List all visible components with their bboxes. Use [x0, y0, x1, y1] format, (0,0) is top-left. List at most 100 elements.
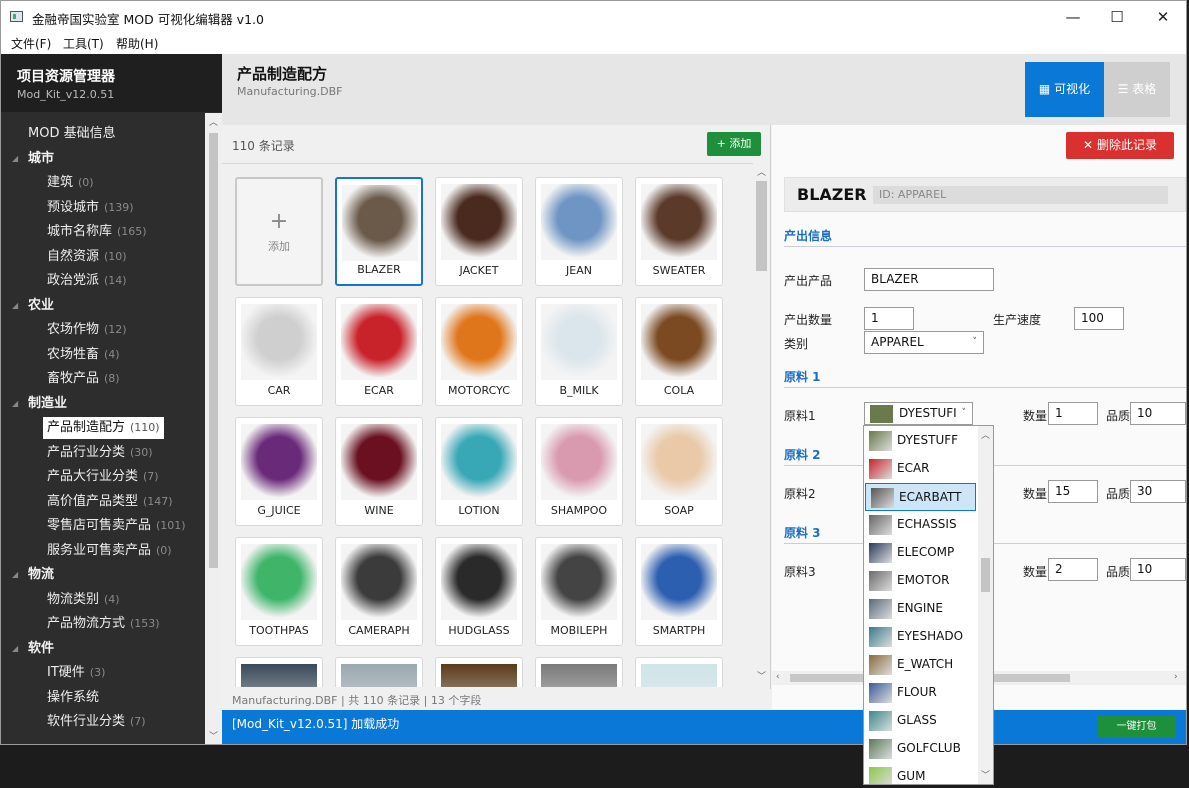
expand-arrow-icon[interactable]: ◢ [12, 564, 18, 586]
dropdown-scrollbar[interactable]: ︿ ﹀ [978, 426, 993, 784]
sidebar-item[interactable]: 产品行业分类 (30) [47, 442, 153, 464]
sidebar-item[interactable]: 物流类别 (4) [47, 589, 120, 611]
sidebar-item[interactable]: ◢ 制造业 [12, 393, 67, 415]
product-input[interactable]: BLAZER [864, 268, 994, 291]
product-card[interactable]: SHAMPOO [535, 417, 623, 526]
visual-view-button[interactable]: ▦ 可视化 [1025, 62, 1104, 117]
material-dropdown-list[interactable]: DYESTUFF ECAR ECARBATT ECHASSIS ELECOMP EMOTO… [863, 425, 994, 785]
product-card[interactable]: CAMERAPH [335, 537, 423, 646]
scroll-down-icon[interactable]: ﹀ [209, 729, 218, 742]
grid-scrollbar[interactable]: ︿ ﹀ [753, 163, 770, 687]
speed-input[interactable]: 100 [1074, 307, 1124, 330]
dropdown-option[interactable]: ELECOMP [864, 539, 978, 567]
menu-file[interactable]: 文件(F) [11, 35, 51, 52]
sidebar-item[interactable]: 软件行业分类 (7) [47, 711, 146, 733]
dropdown-option[interactable]: E_WATCH [864, 651, 978, 679]
scroll-up-icon[interactable]: ︿ [757, 165, 766, 178]
dropdown-option[interactable]: ECHASSIS [864, 511, 978, 539]
scroll-right-icon[interactable]: › [1174, 672, 1178, 682]
sidebar-item[interactable]: 畜牧产品 (8) [47, 368, 120, 390]
table-view-button[interactable]: ☰ 表格 [1104, 62, 1170, 117]
expand-arrow-icon[interactable]: ◢ [12, 295, 18, 317]
dropdown-option[interactable]: GUM [864, 763, 978, 784]
dropdown-option[interactable]: GLASS [864, 707, 978, 735]
add-card[interactable]: + 添加 [235, 177, 323, 286]
minimize-button[interactable]: — [1050, 1, 1096, 33]
maximize-button[interactable]: ☐ [1094, 1, 1140, 33]
dropdown-scroll-thumb[interactable] [981, 558, 990, 592]
scroll-up-icon[interactable]: ︿ [209, 115, 218, 128]
close-button[interactable]: ✕ [1140, 1, 1186, 33]
sidebar-item[interactable]: 城市名称库 (165) [47, 221, 147, 243]
product-card[interactable]: LOTION [435, 417, 523, 526]
product-card[interactable] [435, 657, 523, 687]
product-card[interactable] [335, 657, 423, 687]
scroll-down-icon[interactable]: ﹀ [757, 669, 766, 682]
dropdown-option[interactable]: EYESHADO [864, 623, 978, 651]
material-3-quality-input[interactable]: 10 [1130, 558, 1186, 581]
grid-scroll-thumb[interactable] [756, 181, 767, 271]
product-card[interactable]: MOTORCYC [435, 297, 523, 406]
sidebar-item[interactable]: 产品物流方式 (153) [47, 613, 160, 635]
sidebar-item[interactable]: 预设城市 (139) [47, 197, 134, 219]
sidebar-item[interactable]: 产品制造配方 (110) [43, 417, 164, 439]
dropdown-option[interactable]: DYESTUFF [864, 427, 978, 455]
product-card[interactable]: ECAR [335, 297, 423, 406]
scroll-down-icon[interactable]: ﹀ [981, 768, 990, 781]
sidebar-item[interactable]: ◢ 物流 [12, 564, 54, 586]
add-record-button[interactable]: + 添加 [707, 132, 761, 156]
product-card[interactable]: JACKET [435, 177, 523, 286]
category-select[interactable]: APPAREL ˅ [864, 331, 984, 354]
product-card[interactable]: JEAN [535, 177, 623, 286]
material-2-qty-input[interactable]: 15 [1048, 480, 1098, 503]
scroll-up-icon[interactable]: ︿ [981, 428, 990, 441]
menu-tools[interactable]: 工具(T) [63, 35, 104, 52]
product-card[interactable]: CAR [235, 297, 323, 406]
dropdown-option[interactable]: EMOTOR [864, 567, 978, 595]
material-2-quality-input[interactable]: 30 [1130, 480, 1186, 503]
product-card[interactable]: WINE [335, 417, 423, 526]
sidebar-item[interactable]: ◢ 软件 [12, 638, 54, 660]
product-card[interactable]: TOOTHPAS [235, 537, 323, 646]
product-card[interactable] [535, 657, 623, 687]
product-card[interactable]: HUDGLASS [435, 537, 523, 646]
product-card[interactable]: MOBILEPH [535, 537, 623, 646]
dropdown-option[interactable]: ECAR [864, 455, 978, 483]
dropdown-option[interactable]: FLOUR [864, 679, 978, 707]
material-1-select[interactable]: DYESTUFI ˅ [864, 402, 973, 425]
menu-help[interactable]: 帮助(H) [116, 35, 158, 52]
sidebar-item[interactable]: 操作系统 [47, 687, 99, 709]
product-card[interactable]: SMARTPH [635, 537, 723, 646]
sidebar-item[interactable]: 建筑 (0) [47, 172, 94, 194]
scroll-left-icon[interactable]: ‹ [776, 672, 780, 682]
product-card[interactable]: COLA [635, 297, 723, 406]
expand-arrow-icon[interactable]: ◢ [12, 148, 18, 170]
product-card[interactable]: G_JUICE [235, 417, 323, 526]
product-card[interactable] [635, 657, 723, 687]
sidebar-item[interactable]: 农场牲畜 (4) [47, 344, 120, 366]
sidebar-item[interactable]: 产品大行业分类 (7) [47, 466, 159, 488]
sidebar-scroll-thumb[interactable] [209, 133, 218, 568]
pack-button[interactable]: 一键打包 [1097, 716, 1176, 738]
product-card[interactable]: SWEATER [635, 177, 723, 286]
dropdown-option[interactable]: ECARBATT [865, 483, 976, 511]
expand-arrow-icon[interactable]: ◢ [12, 638, 18, 660]
dropdown-option[interactable]: GOLFCLUB [864, 735, 978, 763]
product-card[interactable]: B_MILK [535, 297, 623, 406]
sidebar-item[interactable]: 服务业可售卖产品 (0) [47, 540, 172, 562]
expand-arrow-icon[interactable]: ◢ [12, 393, 18, 415]
dropdown-option[interactable]: ENGINE [864, 595, 978, 623]
sidebar-item[interactable]: MOD 基础信息 [28, 123, 116, 145]
product-card[interactable]: SOAP [635, 417, 723, 526]
material-1-qty-input[interactable]: 1 [1048, 402, 1098, 425]
sidebar-item[interactable]: 政治党派 (14) [47, 270, 127, 292]
sidebar-item[interactable]: ◢ 农业 [12, 295, 54, 317]
sidebar-item[interactable]: 零售店可售卖产品 (101) [47, 515, 186, 537]
delete-record-button[interactable]: ✕ 删除此记录 [1066, 132, 1174, 159]
product-card[interactable] [235, 657, 323, 687]
material-1-quality-input[interactable]: 10 [1130, 402, 1186, 425]
sidebar-item[interactable]: ◢ 城市 [12, 148, 54, 170]
sidebar-item[interactable]: 自然资源 (10) [47, 246, 127, 268]
product-card[interactable]: BLAZER [335, 177, 423, 286]
sidebar-item[interactable]: 高价值产品类型 (147) [47, 491, 173, 513]
